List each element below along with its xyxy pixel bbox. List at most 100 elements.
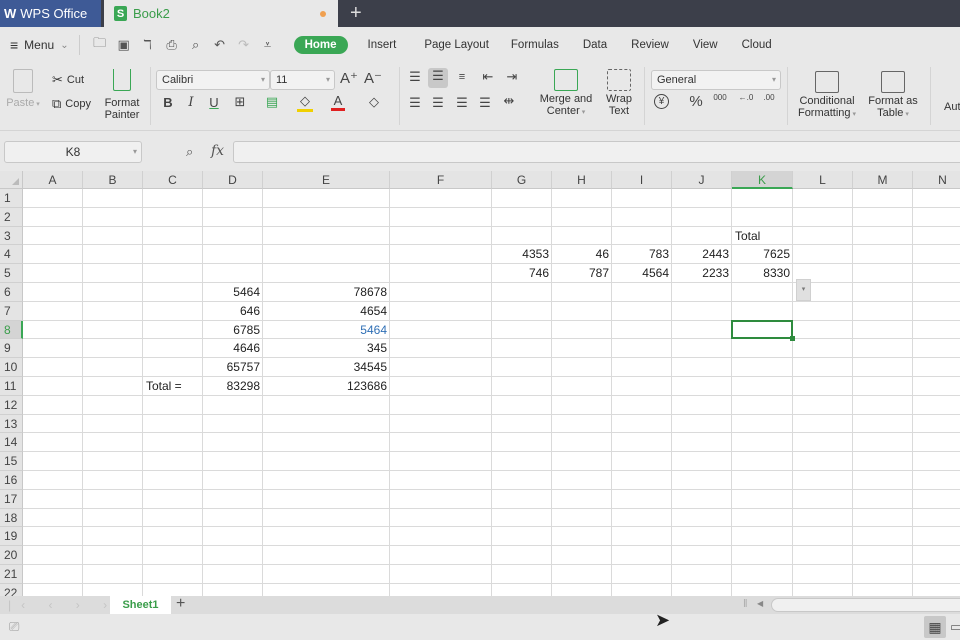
cell-c11[interactable]: Total = xyxy=(146,377,202,396)
cell-d8[interactable]: 6785 xyxy=(206,321,262,340)
formula-input[interactable] xyxy=(233,141,960,163)
column-header-h[interactable]: H xyxy=(552,171,612,189)
column-header-m[interactable]: M xyxy=(853,171,913,189)
new-tab-button[interactable]: + xyxy=(350,2,362,24)
row-header-15[interactable]: 15 xyxy=(0,452,23,471)
row-header-2[interactable]: 2 xyxy=(0,207,23,227)
cell-e10[interactable]: 34545 xyxy=(266,358,389,377)
scroll-left-icon[interactable]: ◀ xyxy=(757,599,763,608)
cell-g4[interactable]: 4353 xyxy=(495,245,551,264)
bold-button[interactable]: B xyxy=(158,95,178,110)
tab-home[interactable]: Home xyxy=(293,36,348,54)
column-header-l[interactable]: L xyxy=(793,171,853,189)
row-header-7[interactable]: 7 xyxy=(0,301,23,321)
normal-view-button[interactable]: ▦ xyxy=(924,616,946,638)
cut-button[interactable]: ✂ Cut xyxy=(52,72,84,88)
column-header-g[interactable]: G xyxy=(492,171,552,189)
find-function-icon[interactable]: ⌕ xyxy=(186,144,193,160)
spreadsheet-grid[interactable]: A B C D E F G H I J K L M N 1 2 3 4 5 6 7 8 9 10 11 12 13 14 15 16 17 1… xyxy=(0,171,960,596)
column-header-b[interactable]: B xyxy=(83,171,143,189)
increase-decimal-icon[interactable]: ←.0 xyxy=(736,93,756,102)
undo-icon[interactable]: ↶ xyxy=(208,37,232,53)
row-header-9[interactable]: 9 xyxy=(0,339,23,359)
align-right-icon[interactable]: ☰ xyxy=(452,95,472,111)
tab-formulas[interactable]: Formulas xyxy=(511,39,559,51)
open-icon[interactable]: 🗀 xyxy=(88,34,112,56)
tab-cloud[interactable]: Cloud xyxy=(742,39,772,51)
row-header-20[interactable]: 20 xyxy=(0,546,23,565)
row-header-5[interactable]: 5 xyxy=(0,264,23,283)
row-header-11[interactable]: 11 xyxy=(0,377,23,396)
underline-button[interactable]: U xyxy=(204,95,224,110)
column-header-i[interactable]: I xyxy=(612,171,672,189)
cell-style-icon[interactable]: ▤ xyxy=(262,94,282,110)
column-header-f[interactable]: F xyxy=(390,171,492,189)
align-center-icon[interactable]: ☰ xyxy=(428,95,448,111)
document-tab-book2[interactable]: S Book2 xyxy=(104,0,338,27)
format-as-table-button[interactable]: Format as Table ▾ xyxy=(866,71,920,121)
number-format-select[interactable]: General ▾ xyxy=(651,70,781,90)
copy-button[interactable]: ⧉ Copy xyxy=(52,96,91,112)
row-header-14[interactable]: 14 xyxy=(0,433,23,453)
row-header-18[interactable]: 18 xyxy=(0,508,23,528)
row-header-4[interactable]: 4 xyxy=(0,245,23,265)
cell-d10[interactable]: 65757 xyxy=(206,358,262,377)
column-header-j[interactable]: J xyxy=(672,171,732,189)
borders-icon[interactable]: ⊞ xyxy=(230,94,250,110)
align-bottom-icon[interactable]: ≡ xyxy=(452,71,472,83)
cell-e7[interactable]: 4654 xyxy=(266,302,389,321)
cell-e9[interactable]: 345 xyxy=(266,339,389,358)
decrease-indent-icon[interactable]: ⇤ xyxy=(478,69,498,85)
horizontal-scrollbar[interactable] xyxy=(771,598,960,612)
redo-icon[interactable]: ↷ xyxy=(232,37,256,53)
paste-button[interactable]: Paste ▾ xyxy=(6,69,40,109)
align-top-icon[interactable]: ☰ xyxy=(405,69,425,85)
distributed-icon[interactable]: ⇹ xyxy=(499,93,519,109)
format-painter-button[interactable]: Format Painter xyxy=(102,69,142,121)
main-menu-button[interactable]: ≡ Menu ⌄ xyxy=(10,37,69,53)
row-header-22[interactable]: 22 xyxy=(0,583,23,596)
sheet-tab-sheet1[interactable]: Sheet1 xyxy=(110,596,171,614)
clear-format-icon[interactable]: ◇ xyxy=(364,94,384,110)
font-name-select[interactable]: Calibri ▾ xyxy=(156,70,270,90)
decrease-decimal-icon[interactable]: .00 xyxy=(759,93,779,102)
tab-data[interactable]: Data xyxy=(583,39,607,51)
cell-d7[interactable]: 646 xyxy=(206,302,262,321)
page-layout-view-button[interactable]: ▭ xyxy=(950,619,960,635)
wrap-text-button[interactable]: Wrap Text xyxy=(602,69,636,117)
tab-review[interactable]: Review xyxy=(631,39,669,51)
row-header-10[interactable]: 10 xyxy=(0,358,23,377)
justify-icon[interactable]: ☰ xyxy=(475,95,495,111)
font-color-icon[interactable]: A xyxy=(331,93,345,111)
column-header-n[interactable]: N xyxy=(913,171,960,189)
column-header-a[interactable]: A xyxy=(23,171,83,189)
selected-cell-outline[interactable] xyxy=(731,319,795,342)
tab-page-layout[interactable]: Page Layout xyxy=(424,39,489,51)
row-header-19[interactable]: 19 xyxy=(0,527,23,547)
cell-d6[interactable]: 5464 xyxy=(206,283,262,302)
cell-e11[interactable]: 123686 xyxy=(266,377,389,396)
row-header-1[interactable]: 1 xyxy=(0,189,23,208)
increase-indent-icon[interactable]: ⇥ xyxy=(502,69,522,85)
autosum-button[interactable]: Aut xyxy=(944,101,960,113)
thousands-separator-icon[interactable]: 000 xyxy=(710,93,730,102)
row-header-21[interactable]: 21 xyxy=(0,565,23,584)
name-box[interactable]: K8 ▾ xyxy=(4,141,142,163)
increase-font-size-icon[interactable]: A⁺ xyxy=(339,69,359,87)
cell-e6[interactable]: 78678 xyxy=(266,283,389,302)
print-icon[interactable]: ⎙ xyxy=(160,37,184,53)
cell-i4[interactable]: 783 xyxy=(615,245,671,264)
format-painter-qa-icon[interactable]: ℸ xyxy=(136,37,160,53)
merge-center-button[interactable]: Merge and Center ▾ xyxy=(536,69,596,119)
customize-quick-access-icon[interactable]: ⩡ xyxy=(256,37,280,53)
cell-d11[interactable]: 83298 xyxy=(206,377,262,396)
scroll-splitter-handle[interactable]: ‖ xyxy=(743,598,748,610)
cell-j5[interactable]: 2233 xyxy=(675,264,731,283)
fill-color-icon[interactable]: ◇ xyxy=(297,93,313,112)
italic-button[interactable]: I xyxy=(181,95,201,110)
cell-i5[interactable]: 4564 xyxy=(615,264,671,283)
row-header-3[interactable]: 3 xyxy=(0,226,23,246)
tab-view[interactable]: View xyxy=(693,39,718,51)
cell-k4[interactable]: 7625 xyxy=(735,245,792,264)
cell-h4[interactable]: 46 xyxy=(555,245,611,264)
